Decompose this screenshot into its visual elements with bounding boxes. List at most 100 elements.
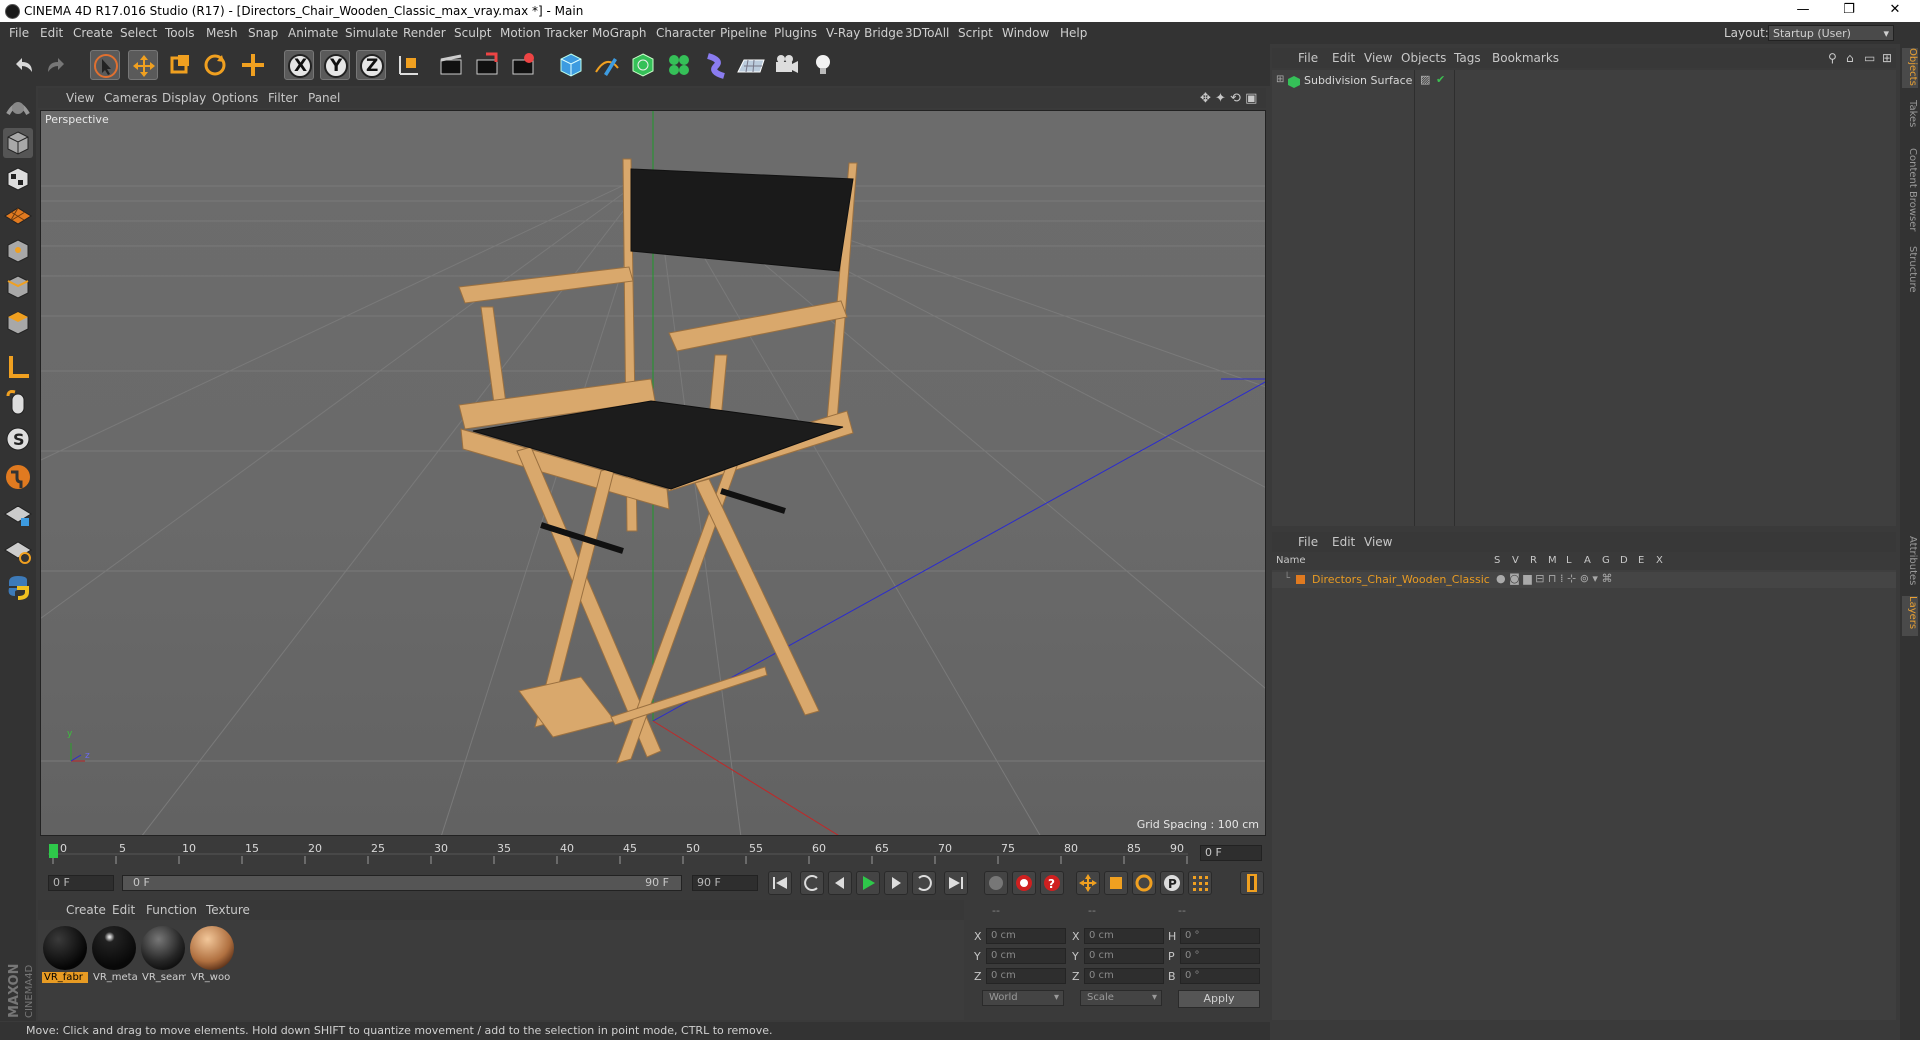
objects-menu-view[interactable]: View <box>1364 51 1392 65</box>
menu-sculpt[interactable]: Sculpt <box>454 26 491 40</box>
viewport-menu-cameras[interactable]: Cameras <box>104 91 157 105</box>
layers-menu-view[interactable]: View <box>1364 535 1392 549</box>
material-menu-texture[interactable]: Texture <box>206 903 250 917</box>
new-view-icon[interactable]: ⊞ <box>1882 51 1892 65</box>
menu-snap[interactable]: Snap <box>248 26 278 40</box>
lock-icon[interactable]: ▭ <box>1864 51 1875 65</box>
menu-edit[interactable]: Edit <box>40 26 63 40</box>
current-frame-field[interactable]: 0 F <box>1200 845 1262 861</box>
render-to-picture-viewer-button[interactable] <box>472 50 502 80</box>
material-menu-create[interactable]: Create <box>66 903 106 917</box>
restore-button[interactable]: ❐ <box>1826 0 1872 22</box>
menu-character[interactable]: Character <box>656 26 715 40</box>
key-position-button[interactable] <box>1076 871 1100 895</box>
menu-motion-tracker[interactable]: Motion Tracker <box>500 26 588 40</box>
menu-create[interactable]: Create <box>73 26 113 40</box>
objects-menu-objects[interactable]: Objects <box>1401 51 1446 65</box>
model-mode-button[interactable] <box>3 128 33 158</box>
rotation-h-field[interactable]: 0 ° <box>1180 928 1260 944</box>
objects-menu-tags[interactable]: Tags <box>1454 51 1481 65</box>
z-axis-lock-button[interactable]: Z <box>356 50 386 80</box>
perspective-viewport[interactable]: y z Perspective Grid Spacing : 100 cm <box>40 110 1266 836</box>
home-icon[interactable]: ⌂ <box>1846 51 1854 65</box>
tab-takes[interactable]: Takes <box>1902 100 1918 136</box>
material-menu-edit[interactable]: Edit <box>112 903 135 917</box>
layers-menu-file[interactable]: File <box>1298 535 1318 549</box>
material-swatch[interactable]: VR_fabr <box>42 926 88 983</box>
viewport-menu-panel[interactable]: Panel <box>308 91 340 105</box>
menu-simulate[interactable]: Simulate <box>345 26 398 40</box>
add-floor-button[interactable] <box>736 50 766 80</box>
polygons-mode-button[interactable] <box>3 308 33 338</box>
material-swatch[interactable]: VR_meta <box>91 926 137 983</box>
add-cloner-button[interactable] <box>664 50 694 80</box>
menu-pipeline[interactable]: Pipeline <box>720 26 767 40</box>
keyframe-selection-button[interactable]: ? <box>1040 871 1064 895</box>
go-to-start-button[interactable] <box>768 871 792 895</box>
edges-mode-button[interactable] <box>3 272 33 302</box>
material-swatch[interactable]: VR_woo <box>189 926 235 983</box>
add-cube-button[interactable] <box>556 50 586 80</box>
coordinate-system-button[interactable] <box>394 50 424 80</box>
key-rotation-button[interactable] <box>1132 871 1156 895</box>
menu-animate[interactable]: Animate <box>288 26 338 40</box>
viewport-navigation-icons[interactable]: ✥ ✦ ⟲ ▣ <box>1200 91 1257 106</box>
start-frame-field[interactable]: 0 F <box>48 875 114 891</box>
apply-button[interactable]: Apply <box>1178 990 1260 1008</box>
menu-mesh[interactable]: Mesh <box>206 26 238 40</box>
next-key-button[interactable] <box>912 871 936 895</box>
menu-select[interactable]: Select <box>120 26 157 40</box>
menu-help[interactable]: Help <box>1060 26 1087 40</box>
objects-menu-edit[interactable]: Edit <box>1332 51 1355 65</box>
menu-3dtoall[interactable]: 3DToAll <box>905 26 949 40</box>
previous-frame-button[interactable] <box>828 871 852 895</box>
tab-layers[interactable]: Layers <box>1902 596 1918 636</box>
locked-workplane-button[interactable] <box>3 500 33 530</box>
object-row[interactable]: ⊞ Subdivision Surface ▨ ✔ <box>1272 73 1896 90</box>
x-axis-lock-button[interactable]: X <box>284 50 314 80</box>
tab-objects[interactable]: Objects <box>1902 48 1918 88</box>
live-selection-button[interactable] <box>90 50 120 80</box>
next-frame-button[interactable] <box>884 871 908 895</box>
position-x-field[interactable]: 0 cm <box>986 928 1066 944</box>
viewport-menu-options[interactable]: Options <box>212 91 258 105</box>
menu-mograph[interactable]: MoGraph <box>592 26 647 40</box>
key-scale-button[interactable] <box>1104 871 1128 895</box>
menu-script[interactable]: Script <box>958 26 993 40</box>
viewport-menu-display[interactable]: Display <box>162 91 206 105</box>
viewport-menu-filter[interactable]: Filter <box>268 91 298 105</box>
render-view-button[interactable] <box>436 50 466 80</box>
end-frame-field[interactable]: 90 F <box>692 875 758 891</box>
rotation-b-field[interactable]: 0 ° <box>1180 968 1260 984</box>
redo-button[interactable] <box>42 50 72 80</box>
make-editable-button[interactable] <box>3 92 33 122</box>
y-axis-lock-button[interactable]: Y <box>320 50 350 80</box>
recent-tool-button[interactable] <box>238 50 268 80</box>
record-keys-button[interactable] <box>984 871 1008 895</box>
points-mode-button[interactable] <box>3 236 33 266</box>
layer-color-swatch[interactable] <box>1296 575 1305 584</box>
texture-mode-button[interactable] <box>3 164 33 194</box>
timeline-ruler[interactable]: 0 5 10 15 20 25 30 35 40 45 50 55 60 65 … <box>40 840 1266 866</box>
snap-button[interactable]: S <box>3 424 33 454</box>
layers-menu-edit[interactable]: Edit <box>1332 535 1355 549</box>
autokey-button[interactable] <box>1012 871 1036 895</box>
previous-key-button[interactable] <box>800 871 824 895</box>
move-tool-button[interactable] <box>128 50 158 80</box>
size-z-field[interactable]: 0 cm <box>1084 968 1164 984</box>
undo-button[interactable] <box>8 50 38 80</box>
menu-vray-bridge[interactable]: V-Ray Bridge <box>826 26 903 40</box>
position-z-field[interactable]: 0 cm <box>986 968 1066 984</box>
position-y-field[interactable]: 0 cm <box>986 948 1066 964</box>
workplane-mode-button[interactable] <box>3 200 33 230</box>
rotate-tool-button[interactable] <box>200 50 230 80</box>
minimize-button[interactable]: — <box>1780 0 1826 22</box>
expand-icon[interactable]: ⊞ <box>1276 74 1284 85</box>
timeline-window-button[interactable] <box>1240 871 1264 895</box>
objects-menu-bookmarks[interactable]: Bookmarks <box>1492 51 1559 65</box>
axis-mode-button[interactable] <box>3 352 33 382</box>
scale-tool-button[interactable] <box>164 50 194 80</box>
tab-content-browser[interactable]: Content Browser <box>1902 148 1918 238</box>
menu-plugins[interactable]: Plugins <box>774 26 817 40</box>
material-menu-function[interactable]: Function <box>146 903 197 917</box>
